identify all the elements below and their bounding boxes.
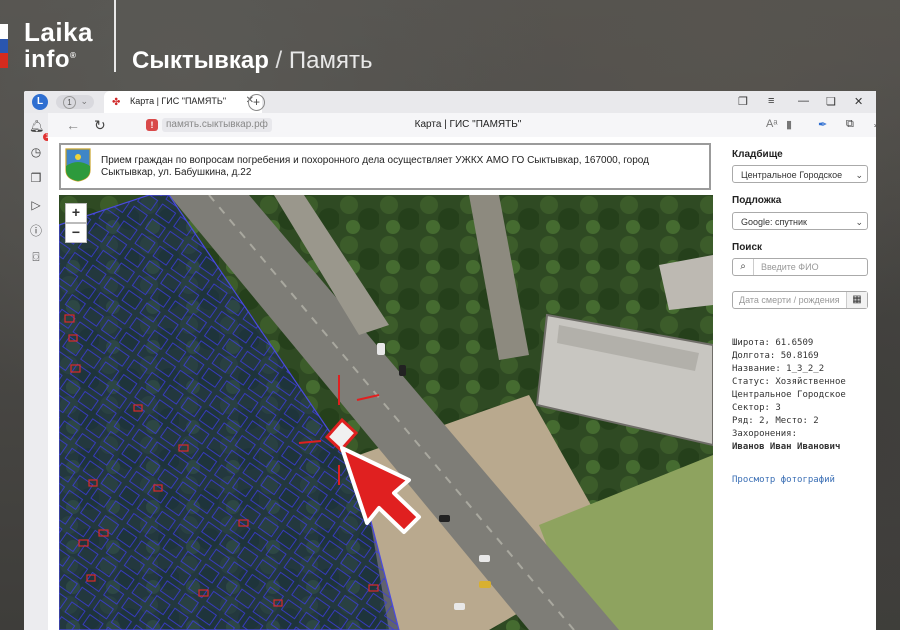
new-tab-button[interactable]: + <box>248 94 265 111</box>
laika-info-logo: Laika info® <box>24 17 93 73</box>
basemap-select[interactable]: Google: спутник ⌄ <box>732 212 868 230</box>
tab-title: Карта | ГИС "ПАМЯТЬ" <box>130 96 227 106</box>
browser-sidebar: 🔔︎ 1 ◷ ❒ ▷ ⓘ ⌼ <box>24 113 51 630</box>
back-icon[interactable]: ← <box>66 117 80 133</box>
history-icon[interactable]: ◷ <box>29 145 43 159</box>
info-icon[interactable]: ⓘ <box>29 224 43 238</box>
reload-icon[interactable]: ↻ <box>94 117 106 134</box>
headline-city: Сыктывкар <box>132 47 269 74</box>
tab-group-counter[interactable]: 1 ⌄ <box>56 95 94 109</box>
screenshot-icon[interactable]: ⌼ <box>29 250 43 264</box>
basemap-label: Подложка <box>732 195 782 206</box>
feather-icon[interactable]: ✒ <box>818 118 827 131</box>
tab-bar: L 1 ⌄ ✤ Карта | ГИС "ПАМЯТЬ" ✕ + ❐ ≡ — ❏ … <box>24 91 876 113</box>
cemetery-select[interactable]: Центральное Городское ⌄ <box>732 165 868 183</box>
page-content: Прием граждан по вопросам погребения и п… <box>48 137 876 630</box>
minimize-icon[interactable]: — <box>798 95 809 107</box>
search-icon: ⌕ <box>733 259 754 275</box>
zoom-in-button[interactable]: + <box>65 203 87 223</box>
coat-of-arms-icon <box>65 148 91 182</box>
map-canvas[interactable] <box>59 195 713 630</box>
flag-stripe <box>0 24 8 68</box>
bookmarks-icon[interactable]: ❐ <box>738 95 748 108</box>
plot-info: Широта: 61.6509 Долгота: 50.8169 Название:… <box>732 338 846 452</box>
extensions-icon[interactable]: ⧉ <box>846 118 854 131</box>
view-photos-link[interactable]: Просмотр фотографий <box>732 475 835 485</box>
site-favicon-icon: ✤ <box>112 97 121 108</box>
date-input[interactable]: Дата смерти / рождения ▦ <box>732 291 868 309</box>
chevron-down-icon: ⌄ <box>855 170 863 180</box>
play-icon[interactable]: ▷ <box>29 198 43 212</box>
cemetery-label: Кладбище <box>732 149 783 160</box>
headline: Сыктывкар / Память <box>132 47 372 75</box>
burial-person-name: Иванов Иван Иванович <box>732 442 841 452</box>
calendar-icon[interactable]: ▦ <box>846 292 867 308</box>
logo-divider <box>114 0 116 72</box>
notice-banner: Прием граждан по вопросам погребения и п… <box>59 143 711 190</box>
bell-icon[interactable]: 🔔︎ 1 <box>29 119 51 141</box>
browser-window: L 1 ⌄ ✤ Карта | ГИС "ПАМЯТЬ" ✕ + ❐ ≡ — ❏ … <box>24 91 876 630</box>
active-tab[interactable]: ✤ Карта | ГИС "ПАМЯТЬ" ✕ <box>104 91 262 113</box>
search-input[interactable]: ⌕ Введите ФИО <box>732 258 868 276</box>
satellite-map[interactable]: + − <box>59 195 713 630</box>
profile-avatar[interactable]: L <box>32 94 48 110</box>
collections-icon[interactable]: ❒ <box>29 171 43 185</box>
close-window-icon[interactable]: ✕ <box>854 95 863 108</box>
brand-header: Laika info® Сыктывкар / Память <box>0 0 900 90</box>
download-icon[interactable]: ⤓ <box>874 118 876 131</box>
page-title: Карта | ГИС "ПАМЯТЬ" <box>414 119 522 130</box>
headline-section: Память <box>288 47 373 74</box>
notice-text: Прием граждан по вопросам погребения и п… <box>101 155 649 178</box>
chevron-down-icon: ⌄ <box>855 217 863 227</box>
zoom-out-button[interactable]: − <box>65 223 87 243</box>
chevron-down-icon: ⌄ <box>80 96 88 106</box>
search-label: Поиск <box>732 242 763 253</box>
headline-separator: / <box>275 47 283 74</box>
restore-icon[interactable]: ❏ <box>826 95 836 108</box>
address-bar: ← ↻ ! память.сыктывкар.рф Карта | ГИС "П… <box>48 113 876 137</box>
insecure-warning-icon[interactable]: ! <box>146 119 158 131</box>
right-panel: Кладбище Центральное Городское ⌄ Подложка… <box>728 137 876 630</box>
url-field[interactable]: память.сыктывкар.рф <box>162 118 272 132</box>
bookmark-icon[interactable]: ▮ <box>786 118 792 131</box>
translate-icon[interactable]: Aᵃ <box>766 118 777 130</box>
menu-icon[interactable]: ≡ <box>768 95 774 107</box>
